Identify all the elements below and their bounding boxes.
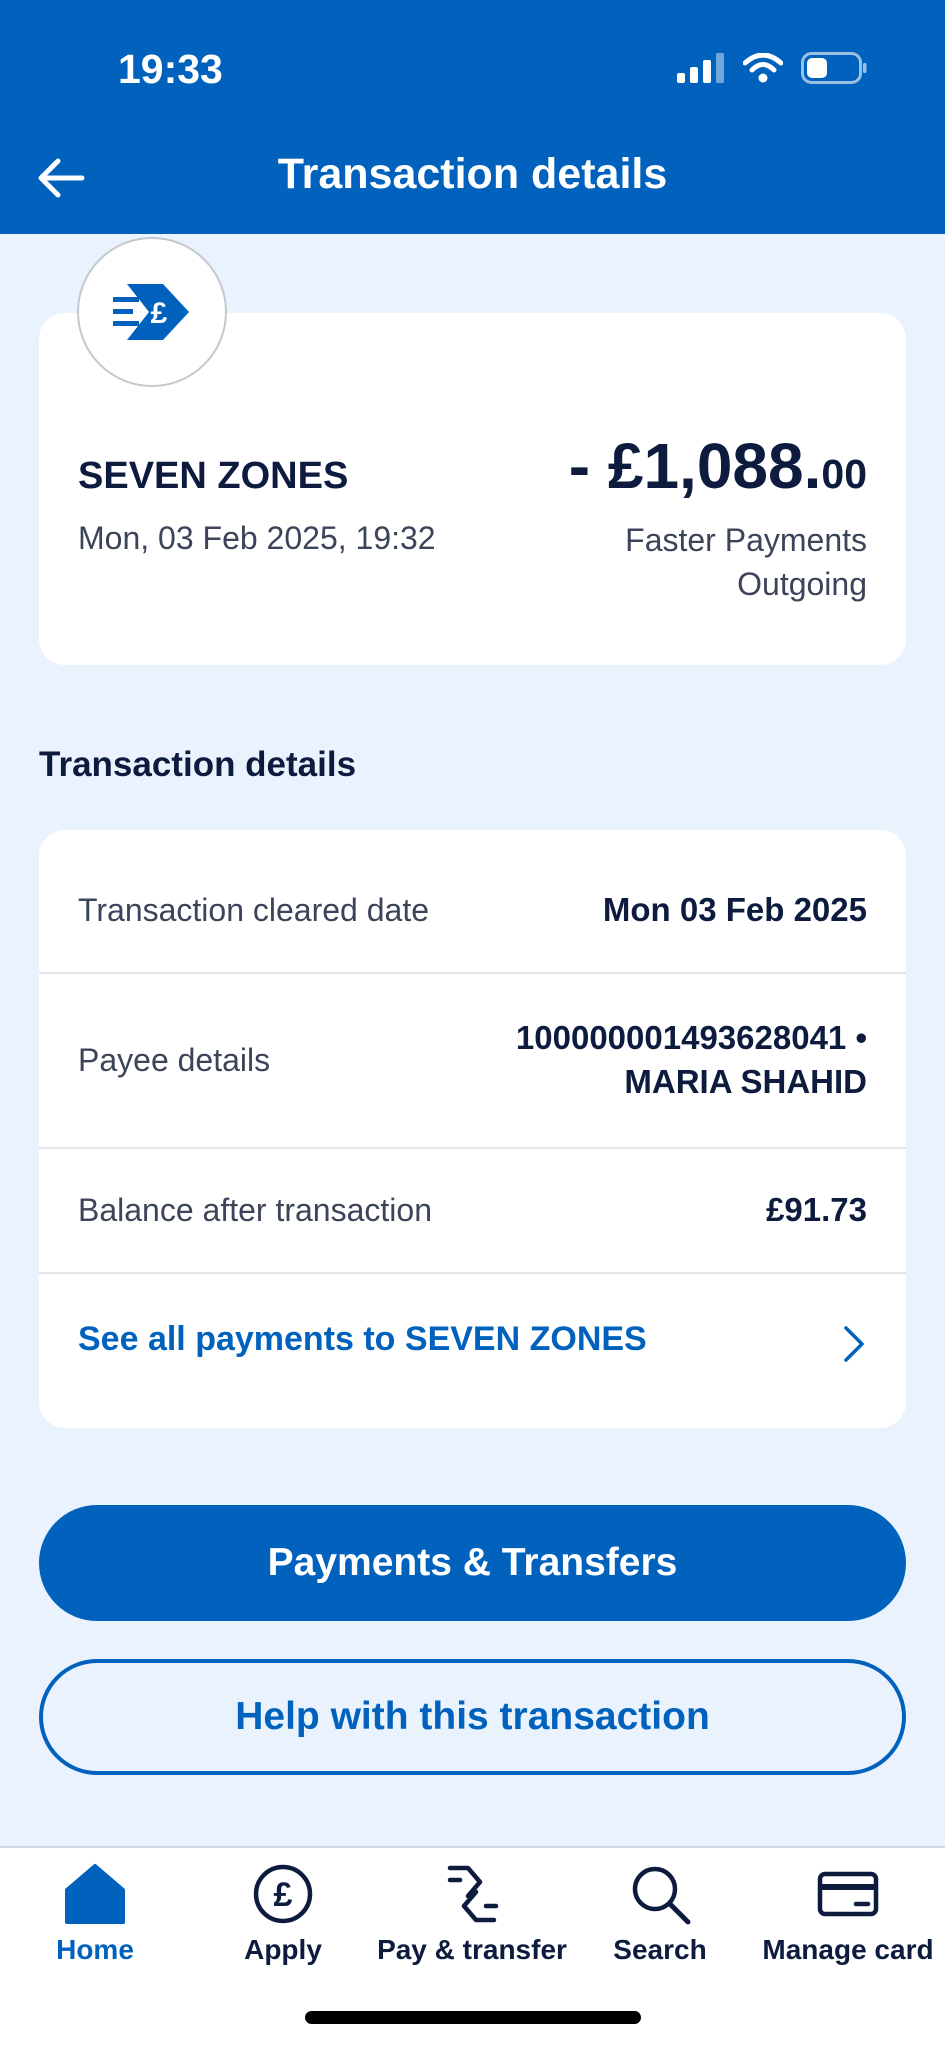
nav-home-label: Home: [56, 1934, 134, 1965]
app-header: 19:33 Transaction details: [0, 0, 945, 234]
merchant-logo: £: [77, 237, 227, 387]
nav-pay-transfer[interactable]: Pay & transfer: [377, 1860, 567, 1966]
svg-text:£: £: [274, 1876, 293, 1914]
home-indicator: [305, 2011, 641, 2024]
pound-circle-icon: £: [253, 1864, 313, 1924]
card-icon: [817, 1871, 879, 1917]
details-section-title: Transaction details: [39, 745, 357, 784]
page-title: Transaction details: [277, 150, 668, 198]
merchant-name: SEVEN ZONES: [78, 455, 349, 497]
payee-details-value: 100000001493628041 • MARIA SHAHID: [516, 1016, 867, 1104]
status-time: 19:33: [118, 46, 223, 92]
divider: [39, 972, 906, 974]
transaction-type: Faster Payments Outgoing: [625, 518, 867, 606]
cleared-date-label: Transaction cleared date: [78, 892, 430, 928]
balance-after-label: Balance after transaction: [78, 1192, 432, 1228]
nav-pay-transfer-label: Pay & transfer: [377, 1934, 567, 1965]
nav-manage-card[interactable]: Manage card: [753, 1860, 943, 1966]
svg-text:£: £: [151, 297, 168, 330]
amount-pence: 00: [821, 451, 867, 497]
help-transaction-button[interactable]: Help with this transaction: [39, 1659, 906, 1775]
chevron-right-icon: [844, 1326, 864, 1362]
payee-account: 100000001493628041 •: [515, 1019, 867, 1056]
faster-payment-icon: £: [113, 284, 189, 340]
nav-apply[interactable]: £ Apply: [188, 1860, 378, 1966]
status-icons: [677, 52, 867, 84]
see-all-payments-label: See all payments to SEVEN ZONES: [78, 1320, 647, 1358]
nav-home[interactable]: Home: [0, 1860, 190, 1966]
battery-icon: [801, 52, 867, 84]
payee-details-label: Payee details: [78, 1042, 271, 1078]
balance-after-value: £91.73: [766, 1191, 867, 1228]
wifi-icon: [743, 53, 783, 83]
transaction-amount: - £1,088.00: [569, 429, 867, 503]
divider: [39, 1147, 906, 1149]
home-icon: [65, 1864, 125, 1924]
nav-search-label: Search: [613, 1934, 707, 1965]
signal-icon: [677, 53, 724, 83]
transaction-type-line2: Outgoing: [737, 566, 867, 602]
amount-main: - £1,088.: [568, 430, 822, 502]
nav-manage-card-label: Manage card: [762, 1934, 934, 1965]
pay-transfer-icon: [447, 1865, 499, 1923]
transaction-details-card: Transaction cleared date Mon 03 Feb 2025…: [39, 830, 906, 1428]
transaction-datetime: Mon, 03 Feb 2025, 19:32: [78, 520, 436, 556]
payee-name: MARIA SHAHID: [624, 1063, 867, 1100]
transaction-type-line1: Faster Payments: [625, 522, 867, 558]
see-all-payments-link[interactable]: See all payments to SEVEN ZONES: [39, 1274, 906, 1428]
search-icon: [632, 1866, 691, 1925]
nav-search[interactable]: Search: [565, 1860, 755, 1966]
cleared-date-value: Mon 03 Feb 2025: [602, 891, 867, 928]
payments-transfers-button[interactable]: Payments & Transfers: [39, 1505, 906, 1621]
nav-apply-label: Apply: [244, 1934, 322, 1965]
